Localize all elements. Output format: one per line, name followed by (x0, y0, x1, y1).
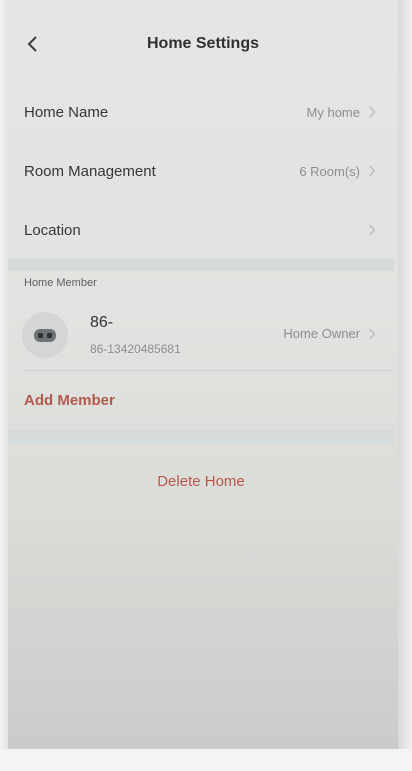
frame-edge (0, 749, 412, 771)
row-label: Home Name (24, 103, 109, 121)
location-row[interactable]: Location (8, 201, 394, 259)
chevron-right-icon (369, 106, 376, 118)
page-title: Home Settings (146, 35, 259, 52)
row-label: Room Management (24, 162, 156, 180)
row-right: 6 Room(s) (299, 164, 376, 179)
room-management-row[interactable]: Room Management 6 Room(s) (8, 142, 394, 200)
frame-edge (398, 0, 412, 771)
member-divider (22, 370, 394, 371)
room-count-value: 6 Room(s) (299, 163, 360, 179)
row-right (360, 224, 376, 236)
avatar (22, 312, 68, 358)
robot-avatar-icon (34, 329, 56, 342)
member-role: Home Owner (283, 326, 360, 341)
add-member-button[interactable]: Add Member (24, 392, 115, 409)
member-name: 86- (90, 314, 114, 331)
section-label-home-member: Home Member (24, 277, 97, 289)
home-name-row[interactable]: Home Name My home (8, 83, 394, 141)
chevron-right-icon (369, 328, 376, 339)
member-row[interactable]: 86- 86-13420485681 Home Owner (8, 302, 394, 368)
frame-edge (0, 0, 8, 771)
home-name-value: My home (306, 104, 360, 120)
section-divider (8, 259, 394, 271)
row-right: My home (307, 105, 376, 120)
chevron-right-icon (369, 224, 376, 236)
row-label: Location (24, 221, 81, 239)
delete-home-button[interactable]: Delete Home (8, 462, 394, 502)
chevron-right-icon (369, 165, 376, 177)
member-phone: 86-13420485681 (90, 342, 181, 356)
member-role-wrap: Home Owner (283, 326, 376, 341)
section-divider (8, 430, 394, 444)
header: Home Settings (8, 20, 398, 70)
screen: Home Settings Home Name My home Room Man… (0, 0, 412, 771)
